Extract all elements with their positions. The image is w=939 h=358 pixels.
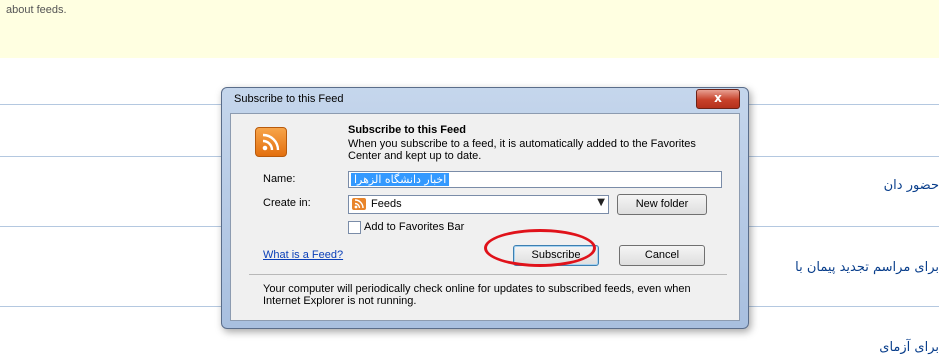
add-to-favorites-label[interactable]: Add to Favorites Bar [364,221,464,233]
rss-feed-icon [255,127,287,157]
create-in-value: Feeds [371,198,402,210]
dialog-footer-note: Your computer will periodically check on… [263,283,691,307]
name-field[interactable]: اخبار دانشگاه الزهرا [348,171,722,188]
dialog-body: Subscribe to this Feed When you subscrib… [230,113,740,321]
feed-link-3[interactable]: برای آزمای [879,340,939,355]
what-is-feed-link[interactable]: What is a Feed? [263,249,343,261]
new-folder-button[interactable]: New folder [617,194,707,215]
create-in-dropdown[interactable]: Feeds ▼ [348,195,609,214]
add-to-favorites-checkbox[interactable] [348,221,361,234]
name-label: Name: [263,173,296,185]
feed-link-2[interactable]: برای مراسم تجدید پیمان با [795,260,939,275]
information-bar: about feeds. [0,0,939,58]
rss-folder-icon [352,198,366,210]
name-value: اخبار دانشگاه الزهرا [351,173,450,186]
create-in-label: Create in: [263,197,311,209]
information-bar-text: about feeds. [6,4,67,16]
cancel-button[interactable]: Cancel [619,245,705,266]
close-button[interactable]: x [696,89,740,109]
subscribe-dialog: Subscribe to this Feed x Subscribe to th… [221,87,749,329]
dialog-heading: Subscribe to this Feed [348,124,466,136]
feed-link-1[interactable]: حضور دان [884,178,939,193]
chevron-down-icon[interactable]: ▼ [597,197,605,208]
separator [249,274,727,275]
dialog-title: Subscribe to this Feed [234,93,344,105]
highlight-circle-annotation [484,229,596,267]
dialog-description: When you subscribe to a feed, it is auto… [348,138,696,162]
